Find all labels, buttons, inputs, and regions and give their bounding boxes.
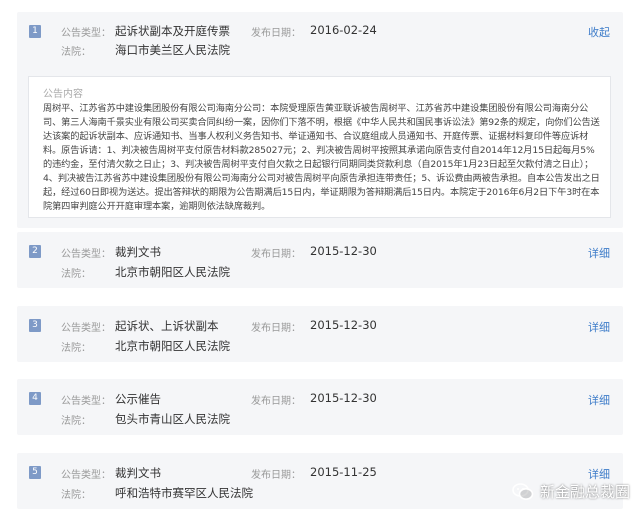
publish-date-value: 2016-02-24 [310,23,377,37]
detail-link[interactable]: 详细 [588,245,610,261]
notice-type-label: 公告类型： [61,249,111,260]
watermark-text: 新金融总裁圈 [539,483,630,501]
publish-date-label: 发布日期： [251,470,301,481]
notice-type-value: 起诉状副本及开庭传票 [115,24,230,38]
publish-date-value: 2015-12-30 [310,244,377,258]
court-label: 法院： [61,416,91,427]
notice-number-badge: 1 [29,25,41,38]
court-label: 法院： [61,269,91,280]
court-label: 法院： [61,47,91,58]
notice-type-value: 裁判文书 [115,245,161,259]
court-value: 呼和浩特市赛罕区人民法院 [115,486,253,500]
detail-link[interactable]: 详细 [588,466,610,482]
notice-content-title: 公告内容 [43,89,83,100]
notice-content-box: 公告内容 周树平、江苏省苏中建设集团股份有限公司海南分公司：本院受理原告黄亚联诉… [28,76,611,218]
publish-date-label: 发布日期： [251,323,301,334]
notice-number-badge: 3 [29,319,41,332]
notice-number-badge: 2 [29,245,41,258]
notice-content-text: 周树平、江苏省苏中建设集团股份有限公司海南分公司：本院受理原告黄亚联诉被告周树平… [43,103,600,212]
notice-card-1: 1 公告类型： 起诉状副本及开庭传票 发布日期： 2016-02-24 收起 法… [17,12,623,228]
publish-date-label: 发布日期： [251,396,301,407]
detail-link[interactable]: 详细 [588,319,610,335]
notice-type-label: 公告类型： [61,470,111,481]
court-label: 法院： [61,343,91,354]
notice-type-value: 公示催告 [115,392,161,406]
publish-date-value: 2015-12-30 [310,318,377,332]
notice-type-label: 公告类型： [61,28,111,39]
publish-date-label: 发布日期： [251,28,301,39]
notice-type-value: 起诉状、上诉状副本 [115,319,219,333]
publish-date-value: 2015-11-25 [310,465,377,479]
court-value: 包头市青山区人民法院 [115,412,230,426]
notice-type-value: 裁判文书 [115,466,161,480]
notice-number-badge: 5 [29,466,41,479]
publish-date-label: 发布日期： [251,249,301,260]
court-label: 法院： [61,490,91,501]
notice-number-badge: 4 [29,392,41,405]
notice-card-3: 3 公告类型： 起诉状、上诉状副本 发布日期： 2015-12-30 详细 法院… [17,306,623,362]
court-value: 北京市朝阳区人民法院 [115,339,230,353]
wechat-icon [512,482,534,500]
notice-type-label: 公告类型： [61,323,111,334]
court-value: 北京市朝阳区人民法院 [115,265,230,279]
publish-date-value: 2015-12-30 [310,391,377,405]
notice-type-label: 公告类型： [61,396,111,407]
collapse-link[interactable]: 收起 [588,24,610,40]
court-value: 海口市美兰区人民法院 [115,43,230,57]
watermark: 新金融总裁圈 [512,481,630,502]
detail-link[interactable]: 详细 [588,392,610,408]
notice-card-4: 4 公告类型： 公示催告 发布日期： 2015-12-30 详细 法院： 包头市… [17,379,623,435]
notice-card-2: 2 公告类型： 裁判文书 发布日期： 2015-12-30 详细 法院： 北京市… [17,232,623,288]
